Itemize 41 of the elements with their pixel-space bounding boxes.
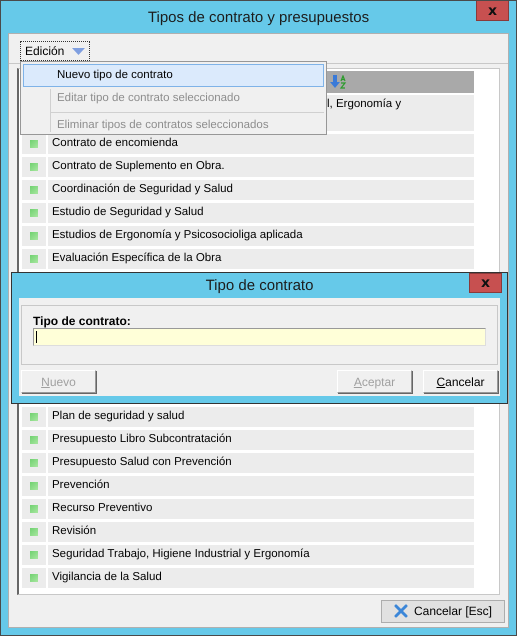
status-icon (30, 163, 38, 171)
status-icon (30, 413, 38, 421)
edit-menu-button[interactable]: Edición (20, 41, 90, 61)
status-icon (30, 574, 38, 582)
status-icon (30, 209, 38, 217)
status-icon (30, 232, 38, 240)
close-button[interactable]: x (469, 273, 502, 293)
status-icon (30, 436, 38, 444)
dialog-title: Tipo de contrato (206, 277, 314, 294)
status-icon (30, 459, 38, 467)
list-row[interactable]: Revisión (48, 522, 474, 542)
list-row[interactable]: Contrato de encomienda (48, 134, 474, 154)
list-row[interactable]: Recurso Preventivo (48, 499, 474, 519)
status-icon (30, 140, 38, 148)
list-row[interactable]: Estudio de Seguridad y Salud (48, 203, 474, 223)
status-icon (30, 255, 38, 263)
list-row[interactable]: Presupuesto Libro Subcontratación (48, 430, 474, 450)
close-button[interactable]: x (476, 1, 509, 21)
list-row[interactable]: Vigilancia de la Salud (48, 568, 474, 588)
close-icon (394, 604, 408, 618)
dropdown-arrow-icon (72, 48, 86, 54)
status-icon (30, 528, 38, 536)
dialog-button[interactable]: Cancelar (423, 370, 498, 393)
status-icon (30, 551, 38, 559)
input-field[interactable] (33, 328, 486, 346)
sort-icon (330, 75, 348, 89)
status-icon (30, 482, 38, 490)
field-label: Tipo de contrato: (33, 314, 132, 328)
list-row[interactable]: Seguridad Trabajo, Higiene Industrial y Ergonomía (48, 545, 474, 565)
list-row[interactable]: Plan de seguridad y salud (48, 407, 474, 427)
list-row[interactable]: Coordinación de Seguridad y Salud (48, 180, 474, 200)
list-row[interactable]: Presupuesto Salud con Prevención (48, 453, 474, 473)
list-row[interactable]: Contrato de Suplemento en Obra. (48, 157, 474, 177)
status-icon (30, 505, 38, 513)
list-row[interactable]: Prevención (48, 476, 474, 496)
menu-item[interactable]: Nuevo tipo de contrato (23, 64, 324, 87)
list-row[interactable]: Estudios de Ergonomía y Psicosocioliga aplicada (48, 226, 474, 246)
window-title: Tipos de contrato y presupuestos (148, 8, 370, 26)
status-icon (30, 186, 38, 194)
list-row[interactable]: Evaluación Específica de la Obra (48, 249, 474, 269)
cancel-button[interactable]: Cancelar [Esc] (381, 600, 505, 622)
